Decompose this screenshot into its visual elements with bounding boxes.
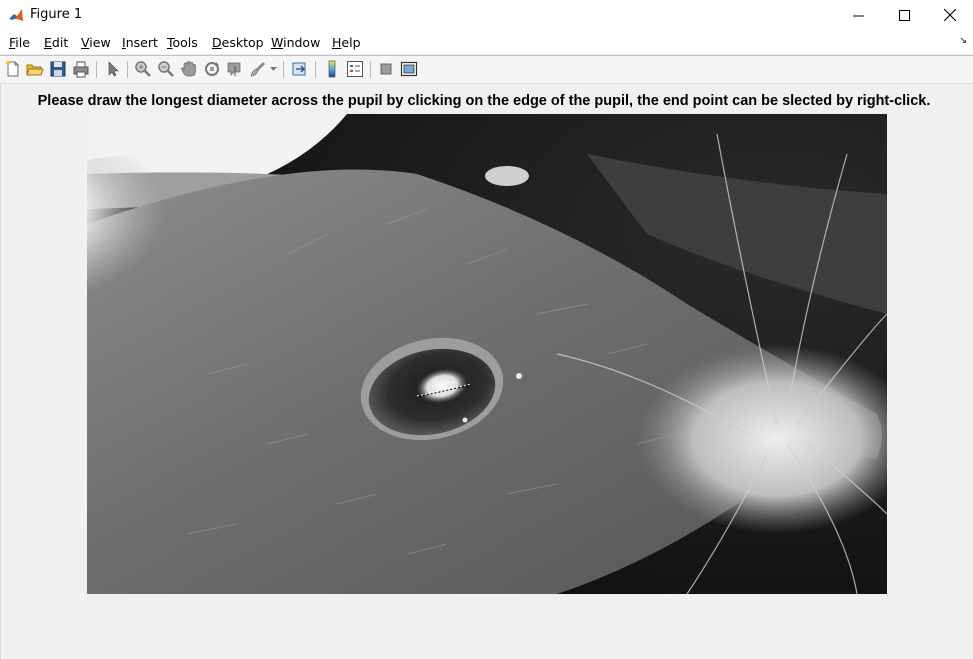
link-plot-icon[interactable] xyxy=(291,60,309,78)
new-figure-icon[interactable] xyxy=(4,60,22,78)
close-button[interactable] xyxy=(927,0,973,30)
rotate-3d-icon[interactable] xyxy=(203,60,221,78)
hide-plot-tools-icon[interactable] xyxy=(377,60,395,78)
select-arrow-icon[interactable] xyxy=(104,60,122,78)
menu-help[interactable]: Help xyxy=(332,35,361,50)
dock-arrow-icon[interactable]: ↘ xyxy=(959,36,967,46)
menu-file[interactable]: File xyxy=(9,35,30,50)
menu-desktop[interactable]: Desktop xyxy=(212,35,264,50)
minimize-icon xyxy=(852,15,864,16)
menu-view[interactable]: View xyxy=(81,35,111,50)
show-plot-tools-icon[interactable] xyxy=(400,60,418,78)
axes-title: Please draw the longest diameter across … xyxy=(37,93,931,109)
save-icon[interactable] xyxy=(49,60,67,78)
brush-dropdown-icon[interactable] xyxy=(270,67,277,72)
close-icon xyxy=(944,9,956,21)
menu-insert[interactable]: Insert xyxy=(122,35,158,50)
maximize-icon xyxy=(898,9,910,21)
brush-icon[interactable] xyxy=(249,60,267,78)
window-titlebar[interactable]: Figure 1 xyxy=(0,0,973,30)
menu-window[interactable]: Window xyxy=(271,35,320,50)
window-title: Figure 1 xyxy=(30,7,83,22)
minimize-button[interactable] xyxy=(835,0,881,30)
colorbar-icon[interactable] xyxy=(323,60,341,78)
toolbar-separator xyxy=(127,61,128,78)
zoom-in-icon[interactable] xyxy=(134,60,152,78)
menu-tools[interactable]: Tools xyxy=(167,35,198,50)
maximize-button[interactable] xyxy=(881,0,927,30)
toolbar-separator xyxy=(315,61,316,78)
figure-canvas[interactable]: Please draw the longest diameter across … xyxy=(0,84,973,659)
zoom-out-icon[interactable] xyxy=(157,60,175,78)
pan-icon[interactable] xyxy=(180,60,198,78)
figure-toolbar xyxy=(0,55,973,84)
toolbar-separator xyxy=(370,61,371,78)
matlab-icon xyxy=(8,7,24,23)
menu-edit[interactable]: Edit xyxy=(44,35,68,50)
legend-icon[interactable] xyxy=(346,60,364,78)
mouse-eye-image[interactable] xyxy=(87,114,887,594)
toolbar-separator xyxy=(96,61,97,78)
toolbar-separator xyxy=(283,61,284,78)
menu-bar: File Edit View Insert Tools Desktop Wind… xyxy=(0,30,973,54)
pupil-image-axes[interactable] xyxy=(87,114,887,594)
open-file-icon[interactable] xyxy=(26,60,44,78)
data-cursor-icon[interactable] xyxy=(226,60,244,78)
print-icon[interactable] xyxy=(72,60,90,78)
